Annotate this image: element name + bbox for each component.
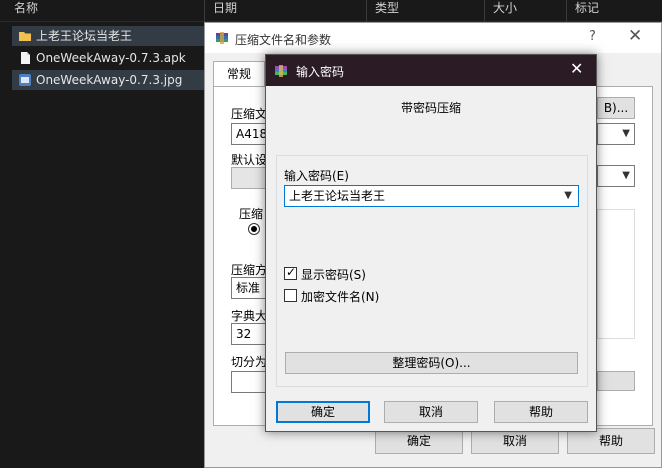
password-value: 上老王论坛当老王 — [289, 189, 386, 203]
image-file-icon — [19, 74, 31, 86]
dialog-titlebar[interactable]: 输入密码 ✕ — [266, 55, 596, 86]
encrypt-filenames-checkbox[interactable] — [284, 289, 297, 302]
browse-button[interactable]: B)... — [597, 97, 635, 119]
help-button[interactable]: 帮助 — [494, 401, 588, 423]
chevron-down-icon[interactable]: ▼ — [564, 186, 572, 206]
dictionary-size-label: 字典大 — [231, 309, 268, 323]
show-password-checkbox[interactable] — [284, 265, 297, 280]
file-row-folder[interactable]: 上老王论坛当老王 — [12, 26, 204, 46]
chevron-down-icon: ▼ — [622, 170, 630, 181]
enter-password-dialog: 输入密码 ✕ 带密码压缩 输入密码(E) 上老王论坛当老王 ▼ 显示密码(S) … — [265, 54, 597, 432]
compression-method-label: 压缩方 — [231, 263, 268, 277]
file-list-header: 名称 日期 类型 大小 标记 — [0, 0, 662, 22]
screen: { "explorer": { "columns": ["名称", "日期", … — [0, 0, 662, 468]
file-row-apk[interactable]: OneWeekAway-0.7.3.apk — [12, 48, 204, 68]
password-input[interactable]: 上老王论坛当老王 ▼ — [284, 185, 579, 207]
help-icon[interactable]: ? — [589, 29, 596, 44]
close-icon[interactable]: ✕ — [570, 59, 583, 78]
archive-format-label: 压缩 — [239, 207, 264, 221]
archive-name-label: 压缩文 — [231, 107, 268, 121]
folder-icon — [19, 32, 31, 41]
dialog-title: 压缩文件名和参数 — [235, 33, 332, 47]
organize-passwords-button[interactable]: 整理密码(O)... — [285, 352, 578, 374]
dialog-titlebar[interactable]: 压缩文件名和参数 ? ✕ — [205, 23, 661, 53]
column-date[interactable]: 日期 — [204, 0, 366, 22]
chevron-down-icon: ▼ — [622, 128, 630, 139]
column-mark[interactable]: 标记 — [566, 0, 662, 22]
password-label: 输入密码(E) — [284, 169, 349, 183]
default-profile-label: 默认设 — [231, 153, 268, 167]
cancel-button[interactable]: 取消 — [384, 401, 478, 423]
dialog-title: 输入密码 — [296, 65, 345, 79]
winrar-icon — [275, 65, 287, 77]
file-name: 上老王论坛当老王 — [36, 29, 133, 43]
file-name: OneWeekAway-0.7.3.jpg — [36, 73, 183, 87]
show-password-label[interactable]: 显示密码(S) — [301, 266, 366, 283]
format-radio[interactable] — [248, 223, 260, 235]
update-mode-dropdown[interactable]: ▼ — [597, 165, 635, 187]
split-volumes-label: 切分为 — [231, 355, 268, 369]
set-password-button[interactable] — [597, 371, 635, 391]
tab-general[interactable]: 常规 — [213, 61, 265, 87]
column-name[interactable]: 名称 — [6, 0, 206, 22]
dialog-subtitle: 带密码压缩 — [400, 101, 461, 115]
winrar-icon — [216, 32, 228, 44]
column-size[interactable]: 大小 — [484, 0, 566, 22]
ok-button[interactable]: 确定 — [276, 401, 370, 423]
archive-name-dropdown[interactable]: ▼ — [597, 123, 635, 145]
column-type[interactable]: 类型 — [366, 0, 484, 22]
options-group — [597, 209, 635, 339]
file-row-jpg[interactable]: OneWeekAway-0.7.3.jpg — [12, 70, 204, 90]
close-icon[interactable]: ✕ — [628, 26, 642, 46]
file-icon — [21, 52, 30, 64]
file-name: OneWeekAway-0.7.3.apk — [36, 51, 186, 65]
encrypt-filenames-label[interactable]: 加密文件名(N) — [301, 288, 379, 305]
